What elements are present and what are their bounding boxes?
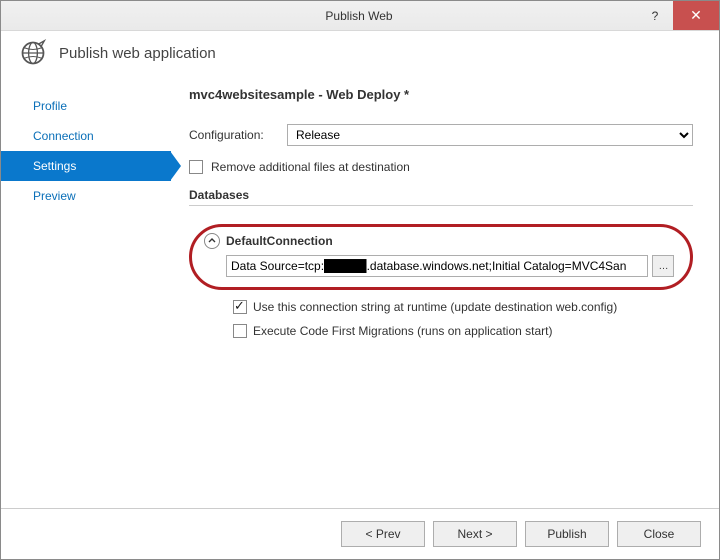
settings-panel: mvc4websitesample - Web Deploy * Configu… — [171, 81, 719, 508]
configuration-row: Configuration: Release — [189, 124, 693, 146]
connection-string-row: … — [226, 255, 674, 277]
configuration-select[interactable]: Release — [287, 124, 693, 146]
default-connection-callout: DefaultConnection … — [189, 224, 693, 290]
publish-web-window: Publish Web ? ✕ Publish web application … — [0, 0, 720, 560]
configuration-label: Configuration: — [189, 128, 279, 142]
connection-browse-button[interactable]: … — [652, 255, 674, 277]
use-runtime-row: Use this connection string at runtime (u… — [233, 300, 693, 314]
remove-files-checkbox[interactable] — [189, 160, 203, 174]
wizard-sidebar: Profile Connection Settings Preview — [1, 81, 171, 508]
titlebar: Publish Web ? ✕ — [1, 1, 719, 31]
dialog-subtitle: Publish web application — [59, 45, 216, 62]
publish-icon — [19, 39, 47, 67]
use-runtime-checkbox[interactable] — [233, 300, 247, 314]
default-connection-header: DefaultConnection — [204, 233, 674, 249]
remove-files-label: Remove additional files at destination — [211, 160, 410, 174]
sidebar-item-profile[interactable]: Profile — [1, 91, 171, 121]
migrate-row: Execute Code First Migrations (runs on a… — [233, 324, 693, 338]
prev-button[interactable]: < Prev — [341, 521, 425, 547]
close-button[interactable]: Close — [617, 521, 701, 547]
databases-divider — [189, 205, 693, 206]
migrate-label: Execute Code First Migrations (runs on a… — [253, 324, 552, 338]
migrate-checkbox[interactable] — [233, 324, 247, 338]
next-button[interactable]: Next > — [433, 521, 517, 547]
close-window-button[interactable]: ✕ — [673, 1, 719, 30]
dialog-footer: < Prev Next > Publish Close — [1, 508, 719, 559]
collapse-icon[interactable] — [204, 233, 220, 249]
help-button[interactable]: ? — [637, 1, 673, 30]
sidebar-item-preview[interactable]: Preview — [1, 181, 171, 211]
remove-files-row: Remove additional files at destination — [189, 160, 693, 174]
dialog-header: Publish web application — [1, 31, 719, 81]
databases-heading: Databases — [189, 188, 693, 202]
connection-name: DefaultConnection — [226, 234, 333, 248]
use-runtime-label: Use this connection string at runtime (u… — [253, 300, 617, 314]
dialog-body: Profile Connection Settings Preview mvc4… — [1, 81, 719, 508]
window-controls: ? ✕ — [637, 1, 719, 30]
page-title: mvc4websitesample - Web Deploy * — [189, 87, 693, 102]
sidebar-item-connection[interactable]: Connection — [1, 121, 171, 151]
connection-string-input[interactable] — [226, 255, 648, 277]
publish-button[interactable]: Publish — [525, 521, 609, 547]
sidebar-item-settings[interactable]: Settings — [1, 151, 171, 181]
window-title: Publish Web — [81, 9, 637, 23]
